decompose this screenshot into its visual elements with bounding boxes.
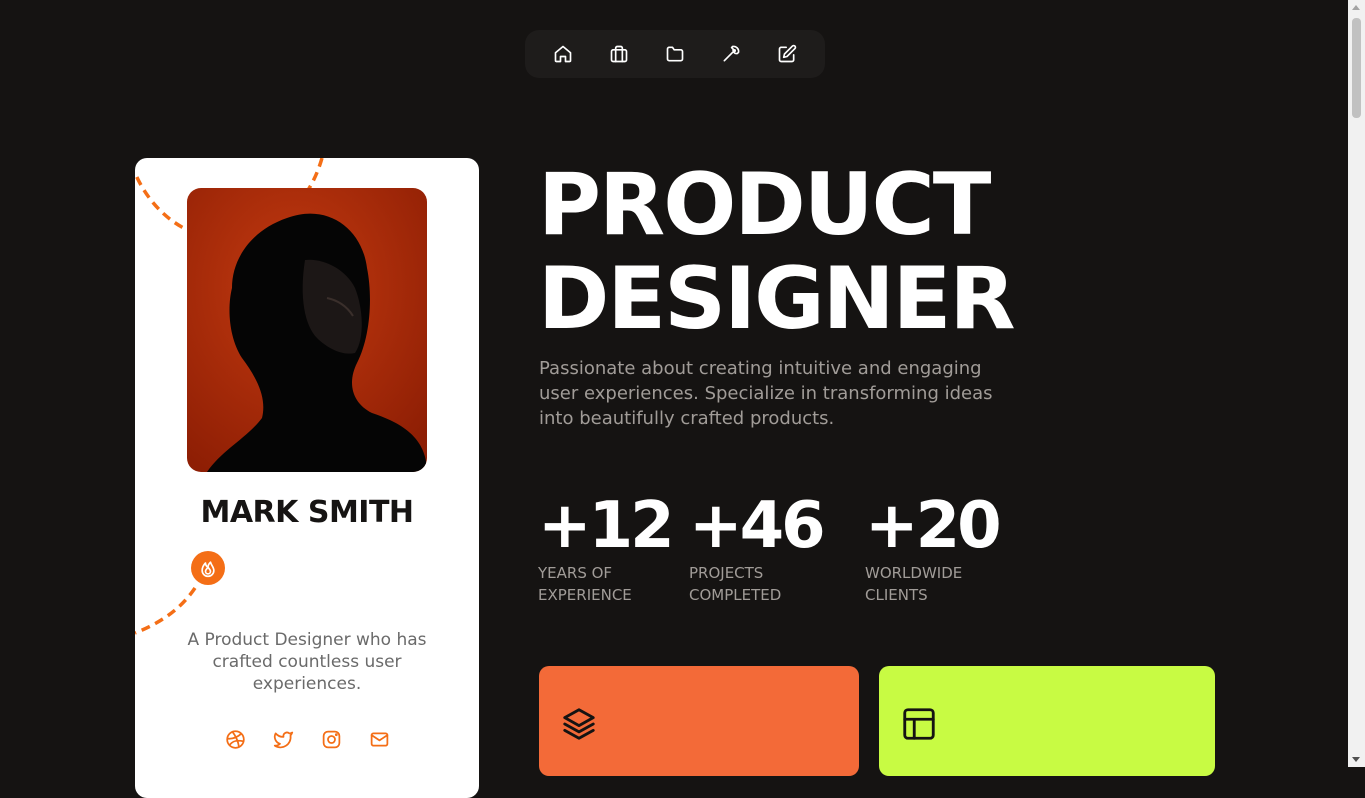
badge: [191, 551, 225, 585]
dribbble-icon: [225, 730, 245, 749]
stat-label-line: EXPERIENCE: [538, 586, 632, 604]
hero-title-line-2: DESIGNER: [538, 249, 1016, 349]
top-navigation: [525, 30, 825, 78]
layers-icon: [563, 708, 595, 740]
stat-label-line: YEARS OF: [538, 564, 613, 582]
nav-tools-button[interactable]: [710, 33, 752, 75]
stat-label: WORLDWIDE CLIENTS: [865, 562, 999, 606]
nav-experience-button[interactable]: [598, 33, 640, 75]
stat-years: +12 YEARS OF EXPERIENCE: [538, 489, 675, 606]
profile-name: MARK SMITH: [200, 495, 414, 530]
hero-title-line-1: PRODUCT: [538, 155, 991, 255]
mail-icon: [370, 732, 388, 747]
hero-title: PRODUCT DESIGNER: [538, 155, 1016, 349]
stat-projects: +46 PROJECTS COMPLETED: [689, 489, 826, 606]
twitter-link[interactable]: [259, 729, 307, 753]
email-link[interactable]: [355, 729, 403, 753]
scroll-up-arrow-icon[interactable]: [1352, 5, 1360, 10]
instagram-link[interactable]: [307, 729, 355, 753]
wrench-icon: [723, 45, 740, 62]
twitter-icon: [273, 731, 293, 749]
page-scrollbar[interactable]: [1348, 0, 1365, 767]
nav-home-button[interactable]: [542, 33, 584, 75]
stat-value: +46: [689, 489, 826, 563]
scroll-thumb[interactable]: [1352, 18, 1361, 118]
nav-thoughts-button[interactable]: [766, 33, 808, 75]
stat-clients: +20 WORLDWIDE CLIENTS: [865, 489, 1002, 606]
edit-icon: [778, 44, 797, 63]
feature-card-design[interactable]: [539, 666, 859, 776]
instagram-icon: [322, 730, 340, 749]
nav-projects-button[interactable]: [654, 33, 696, 75]
stat-value: +20: [865, 489, 1002, 563]
stat-label-line: CLIENTS: [865, 586, 928, 604]
profile-card: MARK SMITH A Product Designer who has cr…: [135, 158, 479, 798]
social-links: [135, 729, 479, 753]
stat-label-line: COMPLETED: [689, 586, 782, 604]
briefcase-icon: [610, 45, 628, 63]
stat-label: PROJECTS COMPLETED: [689, 562, 823, 606]
feature-card-layout[interactable]: [879, 666, 1215, 776]
layout-icon: [903, 708, 935, 740]
stat-value: +12: [538, 489, 675, 563]
dribbble-link[interactable]: [211, 729, 259, 753]
stat-label-line: WORLDWIDE: [865, 564, 963, 582]
profile-photo: [187, 188, 427, 472]
stat-label-line: PROJECTS: [689, 564, 764, 582]
scroll-down-arrow-icon[interactable]: [1352, 757, 1360, 762]
home-icon: [554, 45, 572, 63]
profile-bio: A Product Designer who has crafted count…: [187, 630, 427, 694]
flame-icon: [201, 561, 215, 578]
hero-intro: Passionate about creating intuitive and …: [539, 358, 993, 429]
folder-icon: [666, 46, 684, 62]
stat-label: YEARS OF EXPERIENCE: [538, 562, 672, 606]
